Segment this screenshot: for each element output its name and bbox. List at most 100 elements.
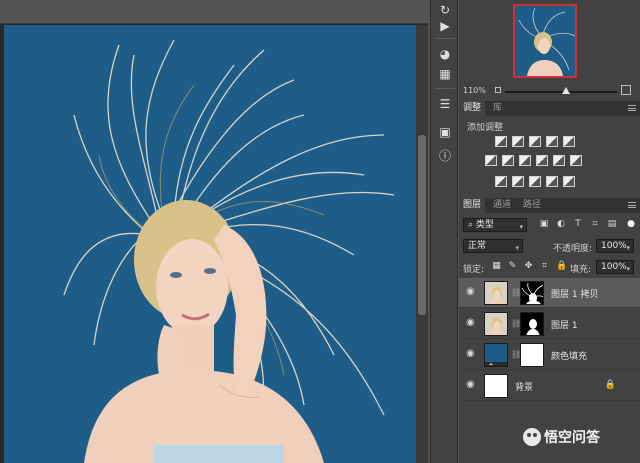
zoom-out-icon[interactable] xyxy=(495,87,501,93)
watermark-logo-icon xyxy=(523,428,541,446)
panel-icon-strip: ↻ ▶ ◕ ▦ ☰ ▣ ⓘ xyxy=(430,0,458,463)
visibility-eye-icon[interactable]: ◉ xyxy=(466,349,476,359)
opacity-value: 100% xyxy=(601,241,627,251)
chevron-down-icon: ▾ xyxy=(519,223,523,231)
info-icon[interactable]: ⓘ xyxy=(436,148,454,164)
lock-image-icon[interactable]: ✎ xyxy=(508,262,517,271)
filter-kind-label: 类型 xyxy=(475,220,494,230)
blend-mode-select[interactable]: 正常 ▾ xyxy=(463,239,523,253)
tab-libraries[interactable]: 库 xyxy=(489,101,506,116)
navigator-preview[interactable] xyxy=(513,4,577,78)
zoom-slider[interactable] xyxy=(505,91,617,93)
document-top-strip xyxy=(0,0,428,24)
tab-adjustments[interactable]: 调整 xyxy=(459,101,486,116)
threshold-icon[interactable] xyxy=(529,176,541,187)
adjustment-row-2 xyxy=(459,155,640,169)
filter-toggle-icon[interactable]: ● xyxy=(626,219,636,229)
layer-mask-thumbnail[interactable] xyxy=(520,312,544,336)
filter-pixel-icon[interactable]: ▣ xyxy=(539,219,549,229)
channel-mixer-icon[interactable] xyxy=(553,155,565,166)
left-eye xyxy=(170,272,182,278)
photo-filter-icon[interactable] xyxy=(536,155,548,166)
color-palette-icon[interactable]: ◕ xyxy=(436,46,454,62)
hue-saturation-icon[interactable] xyxy=(485,155,497,166)
gradient-map-icon[interactable] xyxy=(563,176,575,187)
lock-all-icon[interactable]: 🔒 xyxy=(556,262,567,271)
face xyxy=(156,239,228,335)
zoom-level[interactable]: 110% xyxy=(463,86,486,95)
panel-menu-icon[interactable] xyxy=(628,202,636,208)
invert-icon[interactable] xyxy=(495,176,507,187)
search-icon: ⌕ xyxy=(468,220,476,230)
scroll-thumb[interactable] xyxy=(418,135,426,315)
brightness-icon[interactable] xyxy=(495,136,507,147)
visibility-eye-icon[interactable]: ◉ xyxy=(466,318,476,328)
visibility-eye-icon[interactable]: ◉ xyxy=(466,287,476,297)
filter-kind-select[interactable]: ⌕ 类型 ▾ xyxy=(463,218,527,232)
layer-row[interactable]: ◉ ⛓ 颜色填充 xyxy=(459,340,640,370)
layer-thumbnail xyxy=(484,281,508,305)
color-balance-icon[interactable] xyxy=(502,155,514,166)
filter-shape-icon[interactable]: ⌗ xyxy=(590,219,600,229)
swatches-grid-icon[interactable]: ▦ xyxy=(436,66,454,82)
history-icon[interactable]: ↻ xyxy=(436,2,454,18)
chevron-down-icon: ▾ xyxy=(626,244,630,252)
black-white-icon[interactable] xyxy=(519,155,531,166)
levels-icon[interactable] xyxy=(512,136,524,147)
chevron-down-icon: ▾ xyxy=(626,265,630,273)
color-lookup-icon[interactable] xyxy=(570,155,582,166)
selective-color-icon[interactable] xyxy=(546,176,558,187)
document-canvas[interactable] xyxy=(4,25,416,463)
layer-row[interactable]: ◉ 背景 🔒 xyxy=(459,371,640,401)
lock-transparent-icon[interactable]: ▦ xyxy=(492,262,501,271)
adjustment-row-1 xyxy=(459,136,640,150)
properties-icon[interactable]: ☰ xyxy=(436,96,454,112)
watermark: 悟空问答 xyxy=(523,427,600,447)
visibility-eye-icon[interactable]: ◉ xyxy=(466,380,476,390)
layers-tabs: 图层 通道 路径 xyxy=(459,198,640,213)
lock-artboard-icon[interactable]: ⌗ xyxy=(540,262,549,271)
right-eye xyxy=(204,268,216,274)
posterize-icon[interactable] xyxy=(512,176,524,187)
tab-paths[interactable]: 路径 xyxy=(519,198,545,213)
portrait-image xyxy=(63,39,395,463)
vibrance-icon[interactable] xyxy=(563,136,575,147)
layer-name[interactable]: 颜色填充 xyxy=(551,349,587,362)
layer-mask-thumbnail[interactable] xyxy=(520,281,544,305)
opacity-input[interactable]: 100% ▾ xyxy=(596,239,634,253)
layer-row[interactable]: ◉ ⛓ 图层 1 拷贝 xyxy=(459,278,640,308)
layer-thumbnail xyxy=(484,343,508,367)
panel-menu-icon[interactable] xyxy=(628,105,636,111)
tab-layers[interactable]: 图层 xyxy=(459,198,486,213)
tool-separator xyxy=(435,38,455,39)
adjustment-row-3 xyxy=(459,176,640,190)
lock-icon[interactable]: 🔒 xyxy=(605,380,616,390)
play-action-icon[interactable]: ▶ xyxy=(436,18,454,34)
zoom-in-icon[interactable] xyxy=(621,85,631,95)
tab-channels[interactable]: 通道 xyxy=(489,198,515,213)
layers-panel: 图层 通道 路径 ⌕ 类型 ▾ ▣ ◐ T ⌗ ▤ ● 正常 ▾ 不透明度: 1… xyxy=(459,198,640,463)
right-panels: 110% 调整 库 添加调整 图层 通道 路径 ⌕ 类型 ▾ ▣ ◐ T ⌗ ▤… xyxy=(459,0,640,463)
lock-position-icon[interactable]: ✥ xyxy=(524,262,533,271)
filter-type-icon[interactable]: T xyxy=(573,219,583,229)
fill-input[interactable]: 100% ▾ xyxy=(596,260,634,274)
layer-name[interactable]: 图层 1 xyxy=(551,318,578,331)
filter-adjustment-icon[interactable]: ◐ xyxy=(556,219,566,229)
vertical-scrollbar[interactable] xyxy=(416,25,428,463)
layer-name[interactable]: 图层 1 拷贝 xyxy=(551,287,598,300)
filter-smart-object-icon[interactable]: ▤ xyxy=(607,219,617,229)
photoshop-window: ↻ ▶ ◕ ▦ ☰ ▣ ⓘ 110% 调整 库 添加调整 图层 通道 路径 ⌕ … xyxy=(0,0,640,463)
zoom-slider-knob[interactable] xyxy=(562,87,570,94)
glyphs-icon[interactable]: ▣ xyxy=(436,124,454,140)
layer-row[interactable]: ◉ ⛓ 图层 1 xyxy=(459,309,640,339)
exposure-icon[interactable] xyxy=(546,136,558,147)
adjustments-tabs: 调整 库 xyxy=(459,101,640,116)
layer-name[interactable]: 背景 xyxy=(515,380,533,393)
tool-separator xyxy=(435,88,455,89)
curves-icon[interactable] xyxy=(529,136,541,147)
layer-mask-thumbnail[interactable] xyxy=(520,343,544,367)
chevron-down-icon: ▾ xyxy=(515,244,519,252)
layer-thumbnail xyxy=(484,312,508,336)
canvas-area[interactable] xyxy=(0,0,428,463)
blend-mode-value: 正常 xyxy=(468,241,487,251)
